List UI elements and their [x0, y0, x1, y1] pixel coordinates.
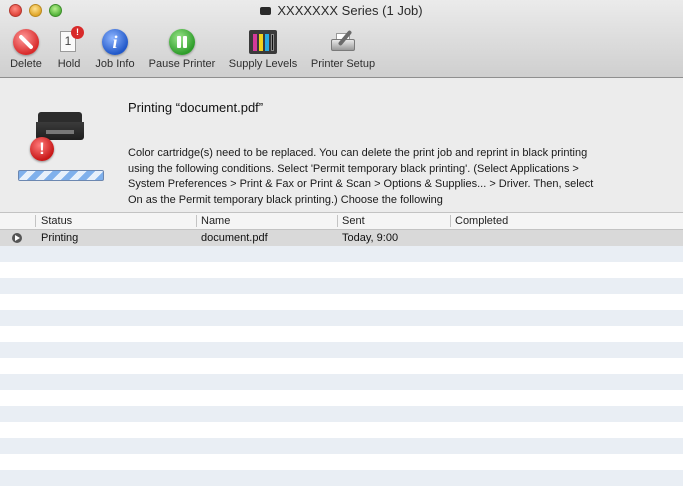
column-status[interactable]: Status: [41, 215, 72, 227]
column-name[interactable]: Name: [201, 215, 230, 227]
column-sent[interactable]: Sent: [342, 215, 365, 227]
job-arrow-icon[interactable]: [12, 233, 22, 243]
jobs-table-header: Status Name Sent Completed: [0, 212, 683, 230]
jobs-table: Printing document.pdf Today, 9:00: [0, 230, 683, 486]
table-row-empty: [0, 294, 683, 310]
window-toolbar: XXXXXXX Series (1 Job) Delete 1 ! Hold i…: [0, 0, 683, 78]
pause-icon: [169, 29, 195, 55]
table-row-empty: [0, 470, 683, 486]
table-row-empty: [0, 246, 683, 262]
column-completed[interactable]: Completed: [455, 215, 508, 227]
delete-icon: [13, 29, 39, 55]
table-row-empty: [0, 374, 683, 390]
table-row-empty: [0, 310, 683, 326]
table-row-empty: [0, 406, 683, 422]
printer-icon: [260, 6, 272, 15]
table-row-empty: [0, 262, 683, 278]
warning-icon: !: [30, 137, 54, 161]
pause-printer-label: Pause Printer: [148, 58, 216, 70]
table-row-empty: [0, 422, 683, 438]
printer-setup-label: Printer Setup: [310, 58, 376, 70]
job-message: Color cartridge(s) need to be replaced. …: [128, 147, 594, 206]
table-row-empty: [0, 390, 683, 406]
table-row-empty: [0, 438, 683, 454]
printer-setup-icon: [331, 29, 355, 53]
hold-button[interactable]: 1 ! Hold: [52, 26, 86, 72]
job-info-button[interactable]: i Job Info: [92, 28, 138, 72]
pause-printer-button[interactable]: Pause Printer: [145, 28, 219, 72]
table-row-empty: [0, 454, 683, 470]
supply-levels-label: Supply Levels: [228, 58, 298, 70]
job-name: document.pdf: [201, 232, 268, 244]
window-title: XXXXXXX Series (1 Job): [0, 3, 683, 18]
table-row-empty: [0, 278, 683, 294]
job-sent: Today, 9:00: [342, 232, 399, 244]
delete-button[interactable]: Delete: [6, 28, 46, 72]
supply-levels-button[interactable]: Supply Levels: [225, 28, 301, 72]
job-info-label: Job Info: [95, 58, 135, 70]
job-status: Printing: [41, 232, 79, 244]
ink-levels-icon: [249, 30, 277, 54]
progress-bar: [18, 170, 104, 181]
hold-label: Hold: [57, 58, 81, 70]
window-title-text: XXXXXXX Series (1 Job): [277, 3, 423, 18]
printer-setup-button[interactable]: Printer Setup: [306, 28, 380, 72]
job-title: Printing “document.pdf”: [128, 100, 264, 115]
table-row-empty: [0, 342, 683, 358]
table-row-empty: [0, 326, 683, 342]
info-icon: i: [102, 29, 128, 55]
table-row[interactable]: Printing document.pdf Today, 9:00: [0, 230, 683, 246]
delete-label: Delete: [10, 58, 42, 70]
table-row-empty: [0, 358, 683, 374]
alert-badge-icon: !: [71, 26, 84, 39]
